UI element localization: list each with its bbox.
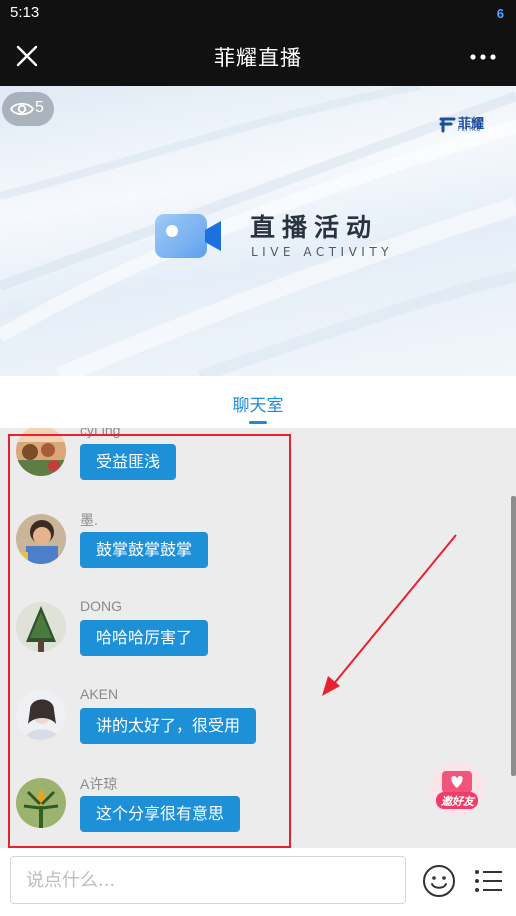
title-bar: 菲耀直播: [0, 28, 516, 86]
viewer-count-badge: 5: [2, 92, 54, 126]
status-bar: 5:13 6: [0, 0, 516, 28]
chat-message-list[interactable]: cyLing 受益匪浅 墨. 鼓掌鼓掌鼓掌 DONG 哈哈哈厉害了 AKEN 讲…: [0, 428, 516, 848]
invite-friends-button[interactable]: 邀好友: [428, 762, 486, 820]
emoji-button[interactable]: [422, 864, 456, 898]
status-time: 5:13: [10, 4, 40, 21]
invite-gift-icon: [430, 762, 484, 816]
menu-list-icon: [475, 870, 502, 892]
live-title: 直播活动: [250, 213, 379, 242]
chat-input[interactable]: [10, 856, 406, 904]
brand-subtitle: FEIYAO: [458, 127, 482, 133]
live-subtitle: LIVE ACTIVITY: [251, 245, 393, 259]
page-title: 菲耀直播: [214, 46, 302, 70]
live-banner: 5 菲耀 FEIYAO 直播活动 LIVE ACTIVITY: [0, 86, 516, 376]
invite-label: 邀好友: [441, 795, 474, 808]
input-bar: [0, 848, 516, 916]
menu-button[interactable]: [474, 866, 504, 896]
video-camera-icon: [155, 214, 221, 258]
eye-icon: [10, 102, 34, 116]
more-button[interactable]: [468, 44, 498, 70]
viewer-count: 5: [35, 99, 44, 116]
tab-chat-room[interactable]: 聊天室: [0, 391, 516, 416]
active-tab-indicator: [249, 421, 267, 424]
tab-bar: 聊天室: [0, 376, 516, 428]
brand-logo: 菲耀 FEIYAO: [438, 113, 488, 135]
more-icon: [470, 54, 496, 60]
brand-mark-icon: [439, 117, 456, 133]
emoji-icon: [423, 865, 455, 897]
status-indicator: 6: [496, 6, 504, 21]
